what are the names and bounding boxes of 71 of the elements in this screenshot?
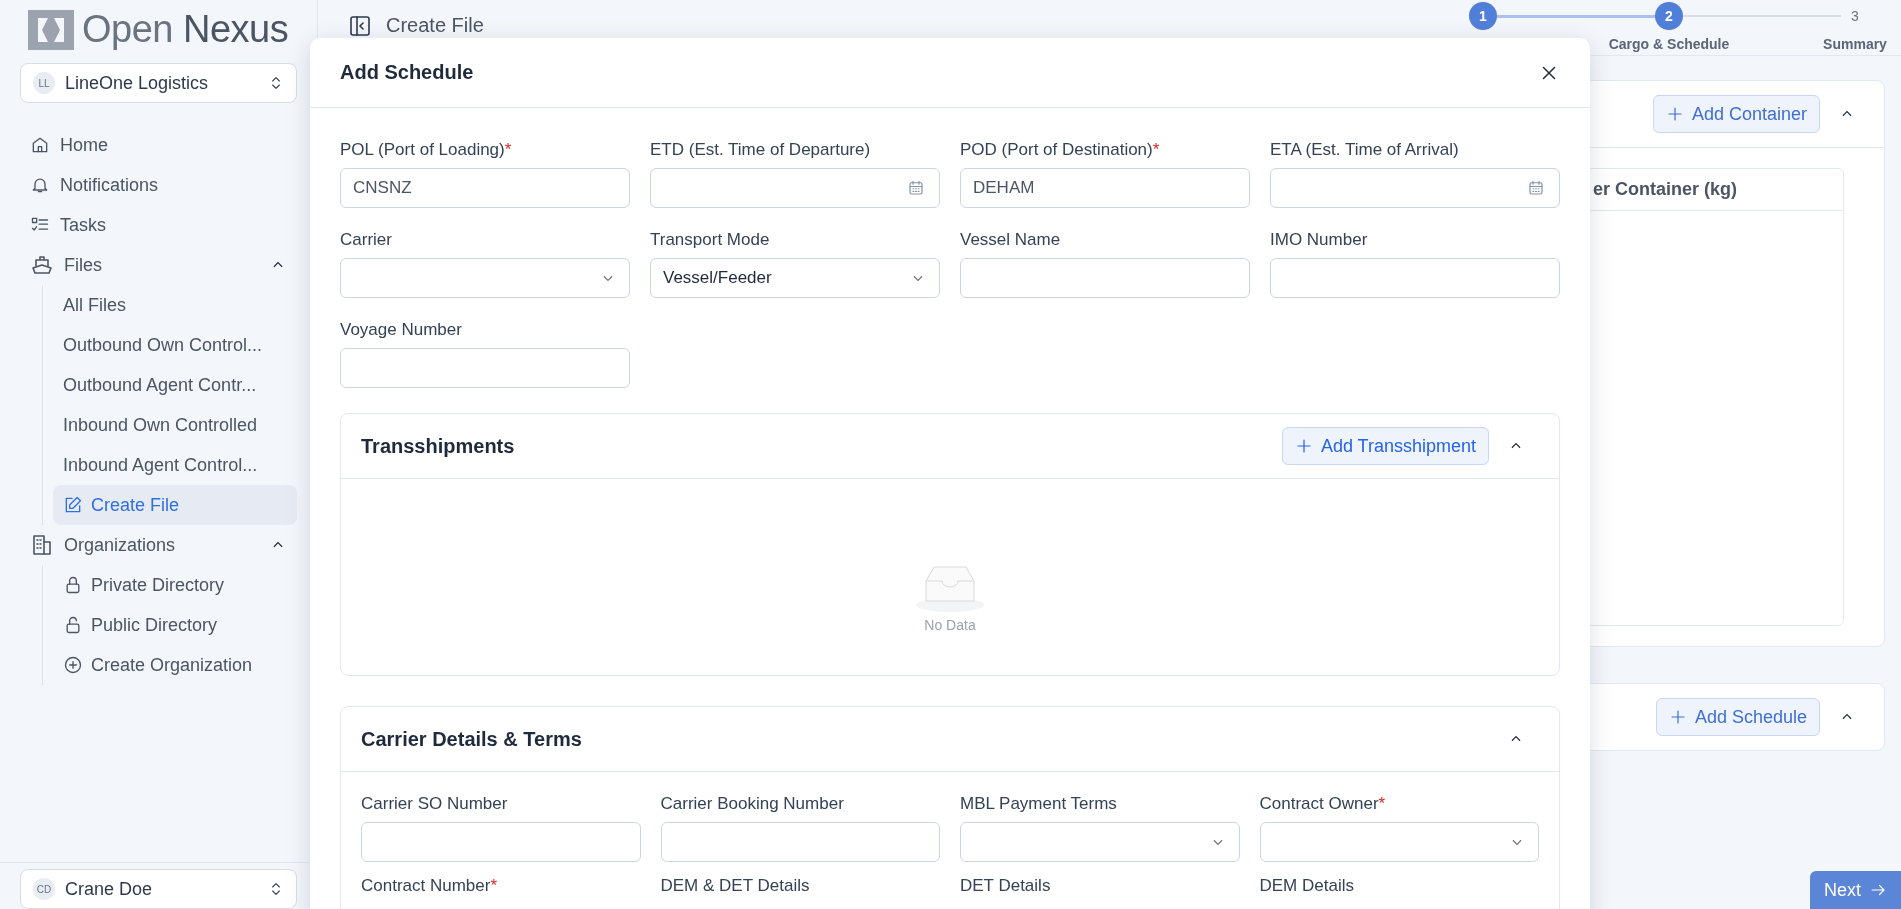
field-label: DET Details	[960, 876, 1052, 896]
nav-item[interactable]: Outbound Agent Contr...	[63, 365, 297, 405]
add-schedule-button[interactable]: Add Schedule	[1655, 698, 1820, 736]
field-label: Contract Number*	[361, 876, 499, 896]
dialog-title: Add Schedule	[340, 61, 474, 84]
nav-item[interactable]: Public Directory	[63, 605, 297, 645]
calendar-icon	[1527, 179, 1545, 197]
field-label: DEM & DET Details	[660, 876, 811, 896]
text-field[interactable]: DEHAM	[960, 168, 1250, 208]
building-icon	[30, 533, 54, 557]
field-label: Transport Mode	[650, 230, 771, 250]
step-circle: 2	[1655, 2, 1683, 30]
field-label: POD (Port of Destination)*	[960, 140, 1161, 160]
text-field[interactable]	[361, 822, 641, 862]
add-transshipment-button[interactable]: Add Transshipment	[1281, 427, 1489, 465]
nav-item[interactable]: Create Organization	[63, 645, 297, 685]
step-label: Cargo & Schedule	[1608, 36, 1730, 52]
text-field[interactable]	[660, 822, 940, 862]
field-label: Voyage Number	[340, 320, 463, 340]
field-label: Carrier Booking Number	[660, 794, 845, 814]
step-number: 3	[1850, 7, 1860, 26]
text-field[interactable]	[340, 348, 630, 388]
add-container-button[interactable]: Add Container	[1652, 95, 1820, 133]
field-label: Carrier SO Number	[361, 794, 509, 814]
text-field[interactable]: CNSNZ	[340, 168, 630, 208]
nav-item[interactable]: Notifications	[20, 165, 297, 205]
step-label: Summary	[1823, 36, 1887, 52]
select-field[interactable]	[340, 258, 630, 298]
ship-icon	[30, 253, 54, 277]
field-label: DEM Details	[1259, 876, 1355, 896]
logo-text: Open Nexus	[82, 8, 289, 51]
logo-icon	[28, 9, 74, 50]
nav-item[interactable]: Outbound Own Control...	[63, 325, 297, 365]
date-field[interactable]	[650, 168, 940, 208]
nav-item[interactable]: Tasks	[20, 205, 297, 245]
nav-item[interactable]: Inbound Agent Control...	[63, 445, 297, 485]
next-button[interactable]: Next	[1810, 871, 1901, 909]
field-label: Contract Owner*	[1259, 794, 1387, 814]
section-title: Carrier Details & Terms	[361, 727, 583, 751]
text-field[interactable]	[960, 258, 1250, 298]
plus-circle-icon	[63, 655, 83, 675]
column-header: er Container (kg)	[1593, 169, 1843, 211]
select-field[interactable]	[960, 822, 1240, 862]
nav-item[interactable]: Home	[20, 125, 297, 165]
field-label: MBL Payment Terms	[960, 794, 1118, 814]
section-title: Transshipments	[361, 434, 516, 458]
user-switcher[interactable]: CD Crane Doe	[20, 869, 297, 909]
field-label: Carrier	[340, 230, 393, 250]
step-circle: 1	[1469, 2, 1497, 30]
field-label: ETD (Est. Time of Departure)	[650, 140, 872, 160]
home-icon	[30, 135, 50, 155]
field-label: Vessel Name	[960, 230, 1062, 250]
workspace-switcher[interactable]: LL LineOne Logistics	[20, 63, 297, 103]
field-label: POL (Port of Loading)*	[340, 140, 513, 160]
date-field[interactable]	[1270, 168, 1560, 208]
edit-icon	[63, 495, 83, 515]
nav-item[interactable]: Private Directory	[63, 565, 297, 605]
field-label: IMO Number	[1270, 230, 1369, 250]
nav-item[interactable]: Organizations	[20, 525, 297, 565]
sidebar-toggle-icon	[348, 14, 372, 38]
page-title: Create File	[386, 14, 484, 37]
calendar-icon	[907, 179, 925, 197]
select-field[interactable]: Vessel/Feeder	[650, 258, 940, 298]
nav-item[interactable]: All Files	[63, 285, 297, 325]
nav-item[interactable]: Files	[20, 245, 297, 285]
field-label: ETA (Est. Time of Arrival)	[1270, 140, 1460, 160]
empty-text: No Data	[924, 617, 976, 633]
select-field[interactable]	[1259, 822, 1539, 862]
text-field[interactable]	[1270, 258, 1560, 298]
nav-item[interactable]: Create File	[53, 485, 297, 525]
nav-item[interactable]: Inbound Own Controlled	[63, 405, 297, 445]
